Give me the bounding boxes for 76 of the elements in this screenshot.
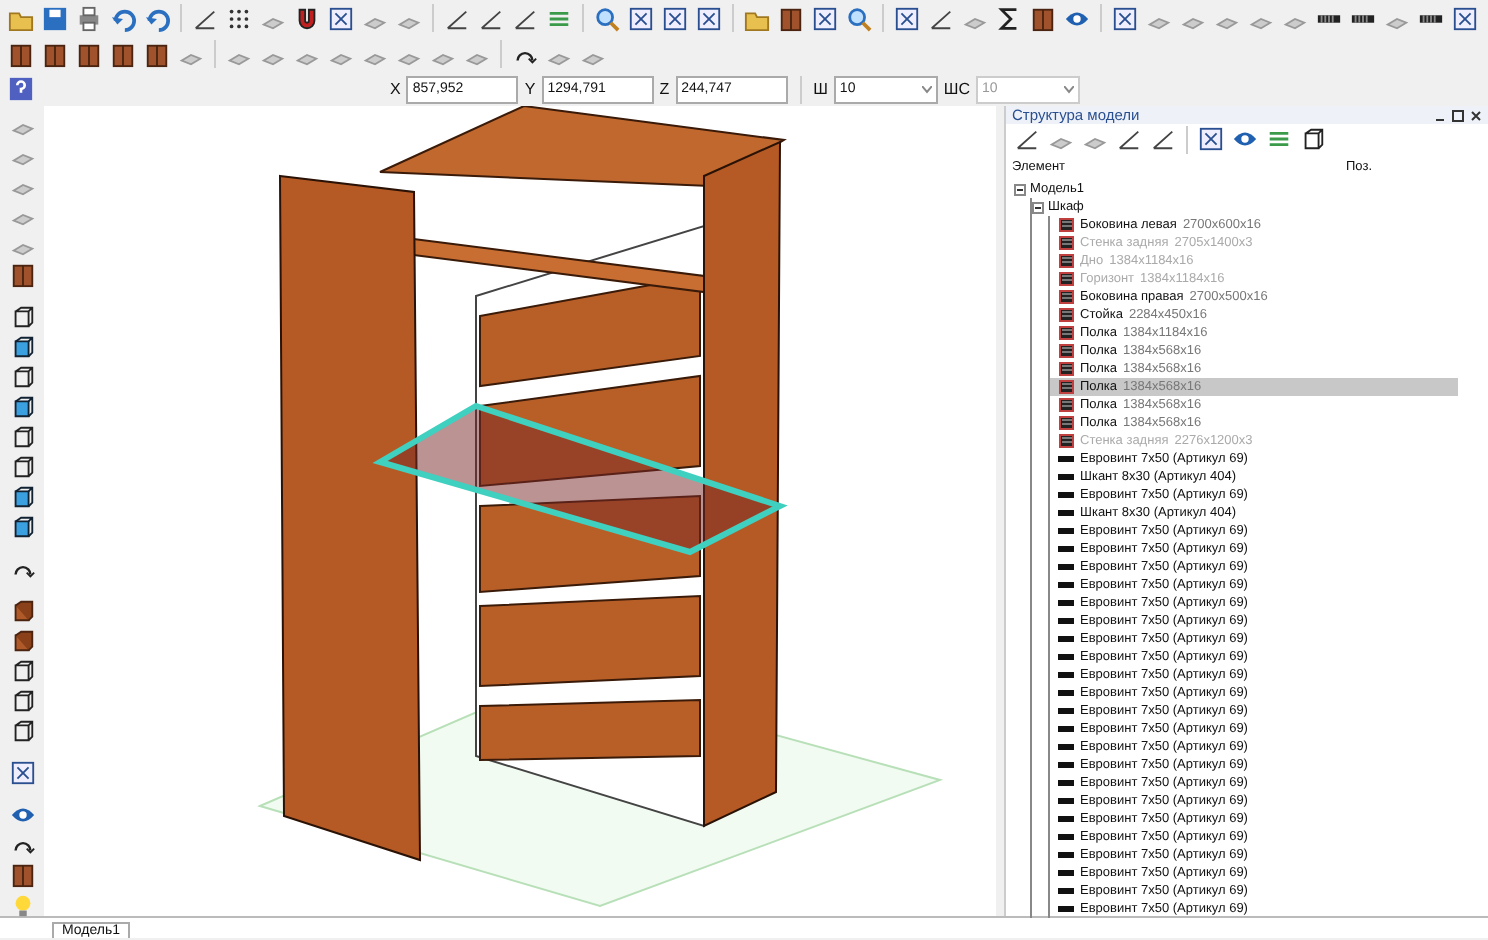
panel-icon: [1058, 218, 1074, 232]
panel-icon: [1058, 272, 1074, 286]
angle-icon[interactable]: [512, 5, 538, 31]
grid-icon[interactable]: [226, 5, 252, 31]
frame-icon[interactable]: [812, 5, 838, 31]
coordinate-label: Y: [524, 80, 536, 98]
cube-icon[interactable]: [1300, 126, 1326, 152]
magnet-icon[interactable]: [294, 5, 320, 31]
panel-icon: [1058, 416, 1074, 430]
close-icon[interactable]: [1470, 109, 1482, 121]
panel-icon: [1058, 254, 1074, 268]
cabinet-icon[interactable]: [110, 41, 136, 67]
cube-icon[interactable]: [9, 304, 35, 330]
panel-icon: [1058, 380, 1074, 394]
cube-icon[interactable]: [9, 484, 35, 510]
cube-icon[interactable]: [9, 514, 35, 540]
caret-icon: [921, 85, 932, 93]
caret-icon: [1064, 85, 1075, 93]
angle-icon[interactable]: [192, 5, 218, 31]
panel-icon: [1058, 434, 1074, 448]
cube-icon[interactable]: [9, 628, 35, 654]
angle-icon[interactable]: [444, 5, 470, 31]
zoom-icon[interactable]: [846, 5, 872, 31]
angle-icon[interactable]: [1150, 126, 1176, 152]
cabinet-icon[interactable]: [9, 262, 35, 288]
printer-icon[interactable]: [76, 5, 102, 31]
coordinate-label: X: [390, 80, 401, 98]
cabinet-icon[interactable]: [778, 5, 804, 31]
collapse-icon[interactable]: [1032, 201, 1044, 213]
cube-icon[interactable]: [9, 364, 35, 390]
angle-icon[interactable]: [928, 5, 954, 31]
zoom-icon[interactable]: [594, 5, 620, 31]
panel-icon: [1058, 308, 1074, 322]
lines-icon[interactable]: [1266, 126, 1292, 152]
frame-icon[interactable]: [696, 5, 722, 31]
save-icon[interactable]: [42, 5, 68, 31]
panel-icon: [1058, 344, 1074, 358]
angle-icon[interactable]: [1014, 126, 1040, 152]
cabinet-icon[interactable]: [8, 41, 34, 67]
cube-icon[interactable]: [9, 658, 35, 684]
panel-icon: [1058, 362, 1074, 376]
cube-icon[interactable]: [9, 394, 35, 420]
cube-icon[interactable]: [9, 598, 35, 624]
frame-icon[interactable]: [628, 5, 654, 31]
panel-icon: [1058, 398, 1074, 412]
panel-icon: [1058, 326, 1074, 340]
cube-icon[interactable]: [9, 454, 35, 480]
angle-icon[interactable]: [478, 5, 504, 31]
panel-icon: [1058, 290, 1074, 304]
frame-icon[interactable]: [1112, 5, 1138, 31]
help-icon[interactable]: [8, 76, 34, 102]
step-label: ШС: [943, 80, 971, 98]
maximize-icon[interactable]: [1452, 109, 1464, 121]
cube-icon[interactable]: [9, 334, 35, 360]
frame-icon[interactable]: [9, 760, 35, 786]
cabinet-icon[interactable]: [1030, 5, 1056, 31]
cabinet-icon[interactable]: [9, 862, 35, 888]
frame-icon[interactable]: [894, 5, 920, 31]
cube-icon[interactable]: [9, 424, 35, 450]
undo-icon[interactable]: [144, 5, 170, 31]
cabinet-icon[interactable]: [144, 41, 170, 67]
coordinate-label: Z: [659, 80, 670, 98]
undo-icon[interactable]: [110, 5, 136, 31]
frame-icon[interactable]: [1198, 126, 1224, 152]
panel-icon: [1058, 236, 1074, 250]
collapse-icon[interactable]: [1014, 183, 1026, 195]
frame-icon[interactable]: [328, 5, 354, 31]
sigma-icon[interactable]: [996, 5, 1022, 31]
angle-icon[interactable]: [1116, 126, 1142, 152]
frame-icon[interactable]: [1452, 5, 1478, 31]
step-label: Ш: [813, 80, 828, 98]
cube-icon[interactable]: [9, 688, 35, 714]
cabinet-icon[interactable]: [76, 41, 102, 67]
frame-icon[interactable]: [662, 5, 688, 31]
cube-icon[interactable]: [9, 718, 35, 744]
cabinet-icon[interactable]: [42, 41, 68, 67]
